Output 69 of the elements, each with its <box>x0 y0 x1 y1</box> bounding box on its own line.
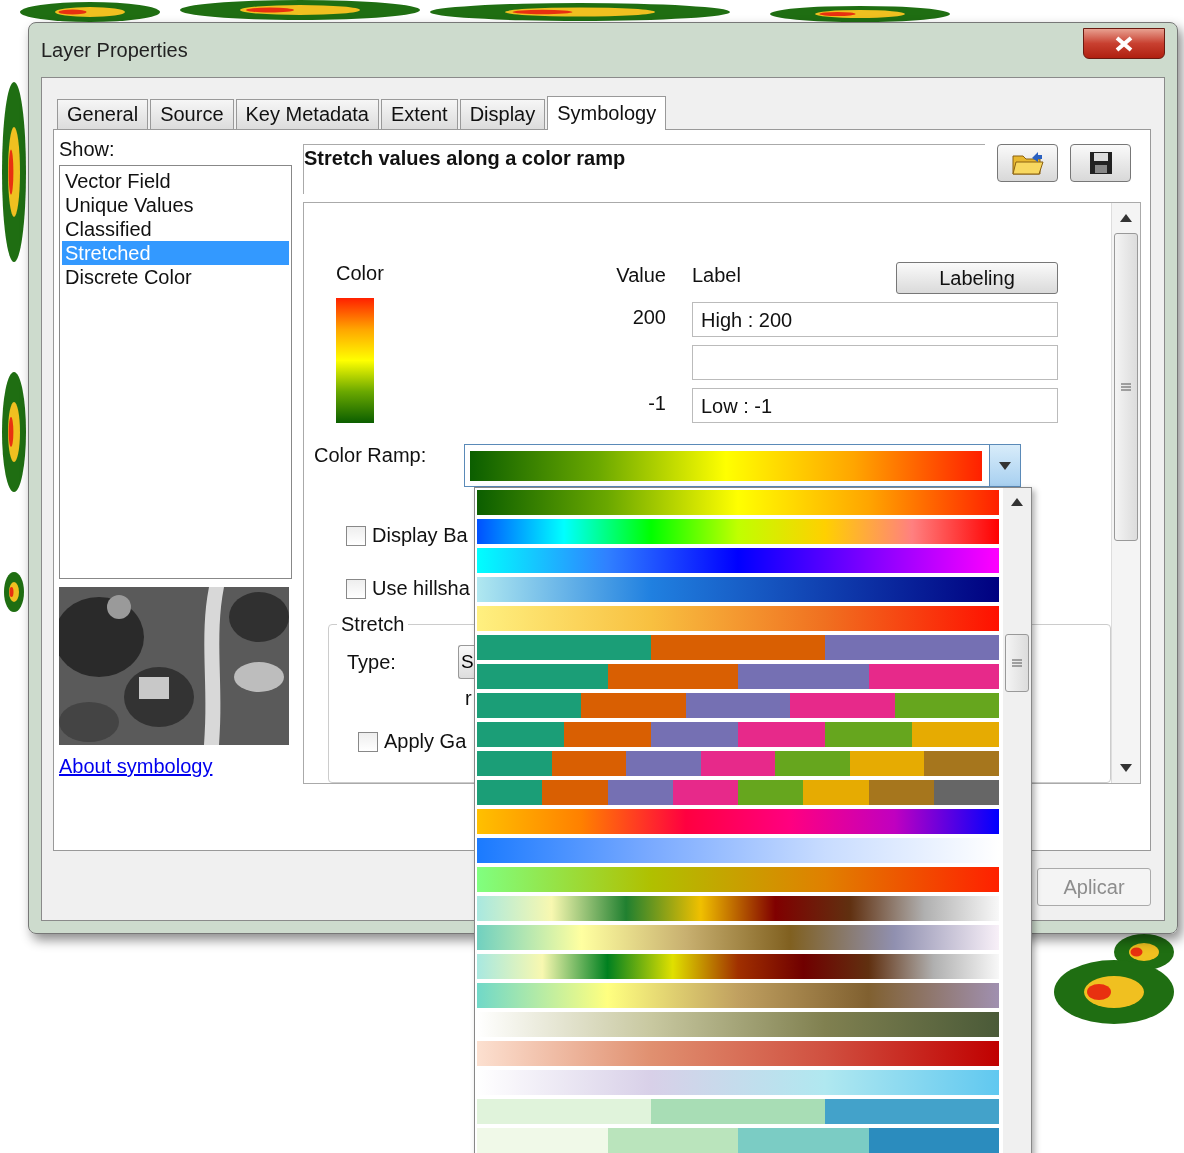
close-button[interactable] <box>1083 28 1165 59</box>
color-ramp-option[interactable] <box>477 664 999 689</box>
scrollbar[interactable] <box>1003 488 1031 1153</box>
color-ramp-option[interactable] <box>477 780 999 805</box>
color-ramp-option[interactable] <box>477 1099 999 1124</box>
color-header: Color <box>336 262 385 286</box>
color-ramp-option[interactable] <box>477 693 999 718</box>
option-label: Apply Ga <box>384 730 467 753</box>
dropdown-arrow-icon[interactable] <box>999 461 1011 470</box>
grip-icon <box>1121 382 1131 392</box>
color-ramp-option[interactable] <box>477 519 999 544</box>
save-button[interactable] <box>1070 144 1131 182</box>
option-label: Display Ba <box>372 524 468 547</box>
value-text: 200 <box>631 305 666 330</box>
tab[interactable]: Symbology <box>547 96 667 130</box>
color-ramp-option[interactable] <box>477 1041 999 1066</box>
color-ramp-option[interactable] <box>477 577 999 602</box>
checkbox[interactable] <box>346 525 366 546</box>
checkbox[interactable] <box>346 578 366 599</box>
list-item[interactable]: Vector Field <box>62 169 289 193</box>
tab[interactable]: Extent <box>380 99 458 129</box>
save-icon <box>1088 151 1113 175</box>
color-ramp-option[interactable] <box>477 1128 999 1153</box>
color-ramp-swatch[interactable] <box>470 450 982 481</box>
color-ramp-option[interactable] <box>477 925 999 950</box>
tab[interactable]: Source <box>150 99 234 129</box>
scroll-up-icon[interactable] <box>1120 214 1132 222</box>
label-header: Label <box>692 263 741 287</box>
tab[interactable]: Key Metadata <box>235 99 379 129</box>
list-item[interactable]: Unique Values <box>62 193 289 217</box>
open-button[interactable] <box>997 144 1058 182</box>
description-text: Stretch values along a color ramp <box>303 144 985 194</box>
folder-icon <box>1011 150 1044 176</box>
show-label: Show: <box>59 138 116 161</box>
labeling-button[interactable]: Labeling <box>896 262 1058 294</box>
about-link[interactable]: About symbology <box>59 755 213 778</box>
color-ramp-option[interactable] <box>477 635 999 660</box>
color-ramp-option[interactable] <box>477 896 999 921</box>
scrollbar[interactable] <box>1111 203 1140 783</box>
color-ramp-option[interactable] <box>477 809 999 834</box>
color-ramp-option[interactable] <box>477 983 999 1008</box>
color-ramp-option[interactable] <box>477 490 999 515</box>
color-ramp-label: Color Ramp: <box>314 444 428 467</box>
color-ramp-option[interactable] <box>477 722 999 747</box>
close-icon <box>1114 35 1134 52</box>
tab[interactable]: General <box>57 99 149 129</box>
label-field[interactable]: Low : -1 <box>692 388 1058 423</box>
option-label: Use hillsha <box>372 577 470 600</box>
color-ramp-option[interactable] <box>477 751 999 776</box>
type-label: Type: <box>347 650 396 674</box>
field-label: r <box>465 687 472 709</box>
label-field[interactable]: High : 200 <box>692 302 1058 337</box>
grip-icon <box>1012 658 1022 668</box>
color-ramp-option[interactable] <box>477 954 999 979</box>
tab[interactable]: Display <box>459 99 546 129</box>
list-item[interactable]: Classified <box>62 217 289 241</box>
scroll-down-icon[interactable] <box>1120 764 1132 772</box>
value-header: Value <box>615 263 666 288</box>
color-ramp-option[interactable] <box>477 548 999 573</box>
label-field[interactable] <box>692 345 1058 380</box>
type-dropdown[interactable]: S <box>457 645 474 679</box>
list-item[interactable]: Discrete Color <box>62 265 289 289</box>
color-ramp-dropdown[interactable] <box>464 444 1021 487</box>
color-ramp-option[interactable] <box>477 867 999 892</box>
scroll-up-icon[interactable] <box>1011 498 1023 506</box>
color-ramp-option[interactable] <box>477 606 999 631</box>
value-text: -1 <box>647 391 666 416</box>
window-title: Layer Properties <box>41 39 188 62</box>
checkbox[interactable] <box>358 731 378 752</box>
